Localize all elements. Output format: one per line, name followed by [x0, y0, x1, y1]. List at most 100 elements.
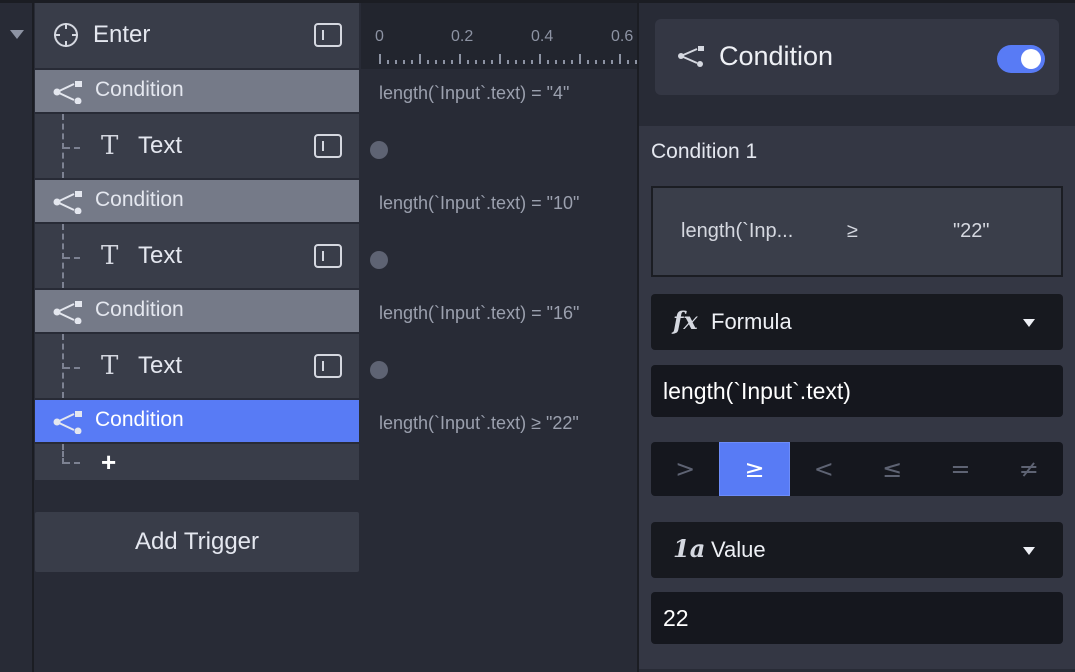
timeline-ruler[interactable]: 0 0.2 0.4 0.6 [361, 3, 637, 69]
ruler-tick [499, 54, 501, 64]
condition-panel: Condition Condition 1 length(`Inp... ≥ "… [639, 3, 1075, 672]
ruler-tick [531, 60, 533, 64]
ruler-tick [483, 60, 485, 64]
ruler-tick [619, 54, 621, 64]
ruler-tick [451, 60, 453, 64]
ruler-tick [523, 60, 525, 64]
timeline-condition-label[interactable]: length(`Input`.text) = "10" [379, 193, 579, 214]
operator-less-than-button[interactable]: < [790, 442, 858, 496]
operator-selector: > ≥ < ≤ = ≠ [651, 442, 1063, 496]
ruler-tick [507, 60, 509, 64]
value-type-icon: 1a [673, 534, 706, 563]
tree-row-condition[interactable]: Condition [35, 70, 359, 112]
operator-equals-button[interactable]: = [926, 442, 994, 496]
collapse-caret-icon[interactable] [10, 30, 24, 39]
panel-toggle-icon[interactable] [314, 23, 342, 47]
ruler-tick [563, 60, 565, 64]
ruler-tick-label: 0.6 [611, 28, 634, 45]
operator-greater-or-equal-button[interactable]: ≥ [719, 442, 790, 496]
ruler-tick-label: 0.4 [531, 28, 554, 45]
ruler-tick [443, 60, 445, 64]
tree-row-text-action[interactable]: T Text [35, 334, 359, 398]
ruler-tick [627, 60, 629, 64]
tree-row-condition[interactable]: Condition [35, 400, 359, 442]
branch-icon [678, 46, 704, 67]
action-label: Text [138, 242, 183, 269]
tree-connector [62, 224, 80, 288]
ruler-tick [595, 60, 597, 64]
panel-header: Condition [655, 19, 1059, 95]
condition-summary[interactable]: length(`Inp... ≥ "22" [651, 186, 1063, 277]
target-icon [54, 23, 78, 47]
panel-toggle-icon[interactable] [314, 134, 342, 158]
ruler-tick [515, 60, 517, 64]
ruler-tick-label: 0.2 [451, 28, 474, 45]
tree-connector [62, 444, 80, 464]
timeline-condition-label[interactable]: length(`Input`.text) = "4" [379, 83, 569, 104]
ruler-tick [611, 60, 613, 64]
action-label: Text [138, 352, 183, 379]
branch-icon [53, 81, 82, 104]
ruler-tick [459, 54, 461, 64]
operator-not-equal-button[interactable]: ≠ [995, 442, 1063, 496]
ruler-tick [395, 60, 397, 64]
branch-icon [53, 191, 82, 214]
chevron-down-icon [1023, 547, 1035, 555]
ruler-tick [403, 60, 405, 64]
ruler-tick [467, 60, 469, 64]
add-trigger-button[interactable]: Add Trigger [35, 512, 359, 572]
condition-label: Condition [95, 188, 184, 211]
ruler-tick [587, 60, 589, 64]
panel-toggle-icon[interactable] [314, 244, 342, 268]
chevron-down-icon [1023, 319, 1035, 327]
add-action-row[interactable]: + [35, 444, 359, 480]
ruler-tick [491, 60, 493, 64]
tree-row-condition[interactable]: Condition [35, 290, 359, 332]
ruler-tick [435, 60, 437, 64]
ruler-tick [603, 60, 605, 64]
summary-right-operand: "22" [953, 220, 990, 242]
summary-operator: ≥ [847, 220, 858, 242]
ruler-tick [419, 54, 421, 64]
timeline-keyframe-dot[interactable] [370, 361, 388, 379]
timeline-keyframe-dot[interactable] [370, 141, 388, 159]
timeline: 0 0.2 0.4 0.6 length(`Input`.text) = "4" len… [361, 3, 637, 672]
ruler-tick [387, 60, 389, 64]
panel-toggle-icon[interactable] [314, 354, 342, 378]
timeline-keyframe-dot[interactable] [370, 251, 388, 269]
ruler-tick [547, 60, 549, 64]
timeline-condition-label[interactable]: length(`Input`.text) ≥ "22" [379, 413, 579, 434]
formula-input[interactable] [651, 365, 1063, 417]
condition-label: Condition [95, 78, 184, 101]
condition-label: Condition [95, 408, 184, 431]
condition-editor: Condition 1 length(`Inp... ≥ "22" fx For… [639, 126, 1075, 669]
left-operand-type-label: Formula [711, 309, 792, 334]
text-icon: T [101, 351, 119, 381]
ruler-tick [571, 60, 573, 64]
trigger-row-enter[interactable]: Enter [35, 3, 359, 68]
ruler-tick [427, 60, 429, 64]
summary-left-operand: length(`Inp... [681, 220, 794, 242]
text-icon: T [101, 131, 119, 161]
collapse-strip [0, 3, 34, 672]
right-operand-type-label: Value [711, 537, 766, 562]
ruler-tick-label: 0 [375, 28, 384, 45]
tree-row-text-action[interactable]: T Text [35, 114, 359, 178]
ruler-tick [411, 60, 413, 64]
tree-connector [62, 334, 80, 398]
tree-connector [62, 114, 80, 178]
left-operand-type-dropdown[interactable]: fx Formula [651, 294, 1063, 350]
operator-greater-than-button[interactable]: > [651, 442, 719, 496]
tree-row-text-action[interactable]: T Text [35, 224, 359, 288]
condition-label: Condition [95, 298, 184, 321]
ruler-tick [555, 60, 557, 64]
condition-section-label: Condition 1 [651, 140, 758, 163]
enabled-toggle[interactable] [997, 45, 1045, 73]
ruler-tick [579, 54, 581, 64]
tree-row-condition[interactable]: Condition [35, 180, 359, 222]
operator-less-or-equal-button[interactable]: ≤ [858, 442, 926, 496]
timeline-condition-label[interactable]: length(`Input`.text) = "16" [379, 303, 579, 324]
right-operand-type-dropdown[interactable]: 1a Value [651, 522, 1063, 578]
plus-icon[interactable]: + [101, 447, 116, 478]
value-input[interactable] [651, 592, 1063, 644]
